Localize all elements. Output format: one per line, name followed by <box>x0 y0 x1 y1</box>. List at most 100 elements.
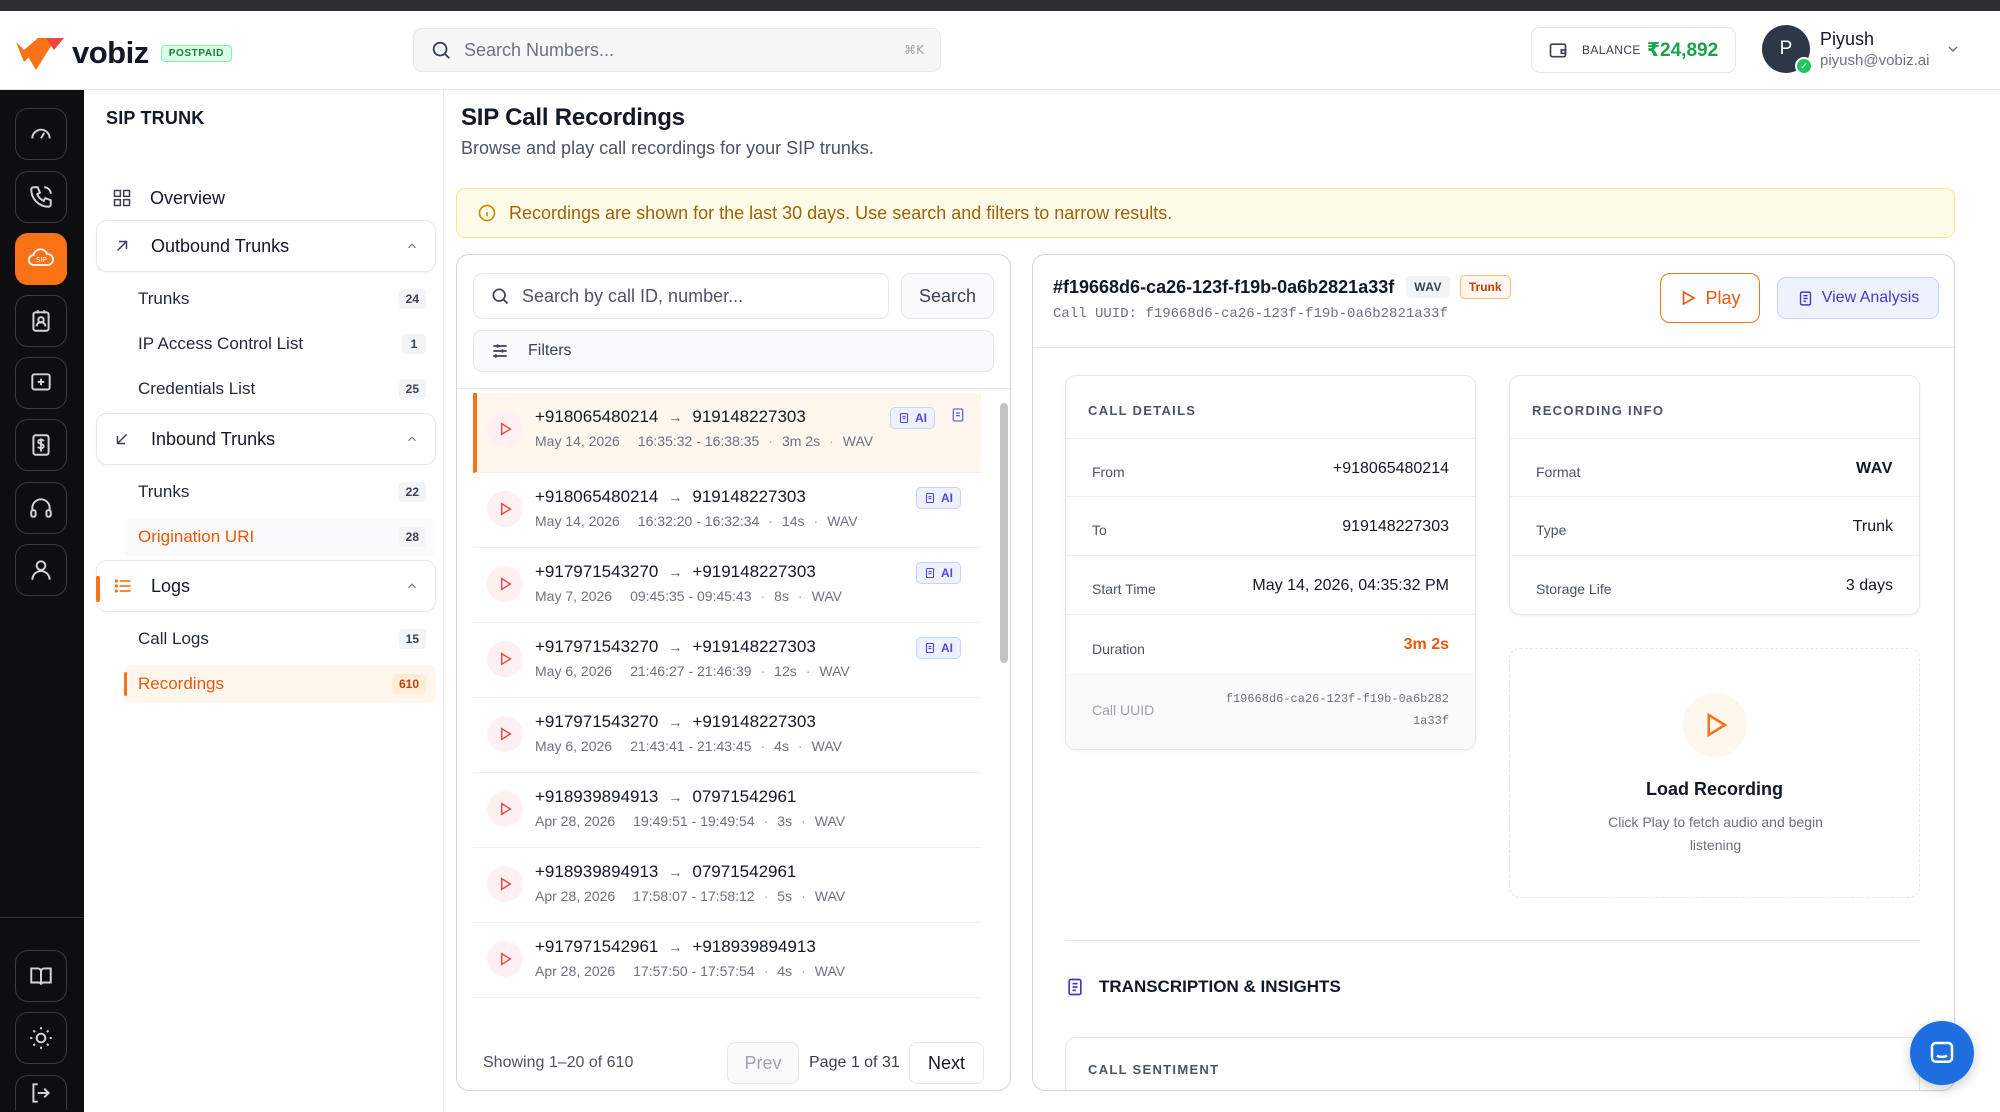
nav-inbound-trunks-item[interactable]: Trunks 22 <box>124 473 436 511</box>
chevron-down-icon[interactable] <box>1945 41 1961 57</box>
recording-detail-panel: #f19668d6-ca26-123f-f19b-0a6b2821a33f WA… <box>1032 254 1955 1091</box>
rail-theme[interactable] <box>15 1012 67 1064</box>
nav-origination-uri[interactable]: Origination URI 28 <box>124 518 436 556</box>
play-icon <box>1683 290 1697 306</box>
recording-row[interactable]: +917971543270 → +919148227303 May 7, 2026 0… <box>473 548 981 623</box>
chevron-up-icon[interactable] <box>405 239 419 253</box>
main-content: SIP Call Recordings Browse and play call… <box>444 90 2000 1112</box>
nav-item-label: Recordings <box>138 674 224 693</box>
rail-calls[interactable] <box>15 171 67 223</box>
logs-active-indicator <box>96 576 100 602</box>
chat-support-button[interactable] <box>1910 1021 1974 1085</box>
play-button[interactable]: Play <box>1660 273 1760 323</box>
nav-item-label: Origination URI <box>138 527 255 546</box>
play-label: Play <box>1705 287 1741 308</box>
nav-call-logs[interactable]: Call Logs 15 <box>124 620 436 658</box>
user-menu[interactable]: P ✓ Piyush piyush@vobiz.ai <box>1762 25 1961 75</box>
next-page-button[interactable]: Next <box>909 1042 984 1084</box>
row-play-button[interactable] <box>487 866 523 902</box>
view-analysis-button[interactable]: View Analysis <box>1777 277 1939 319</box>
card-divider <box>1066 496 1475 497</box>
dashboard-icon <box>31 128 51 139</box>
row-from: +917971542961 <box>535 937 659 956</box>
balance-widget[interactable]: BALANCE ₹24,892 <box>1531 27 1736 73</box>
card-divider <box>1066 614 1475 615</box>
plan-badge: POSTPAID <box>160 44 232 62</box>
nav-overview[interactable]: Overview <box>96 172 436 224</box>
row-play-button[interactable] <box>487 566 523 602</box>
to-label: To <box>1092 522 1107 538</box>
recording-row[interactable]: +918065480214 → 919148227303 May 14, 2026 1… <box>473 473 981 548</box>
row-from: +917971543270 <box>535 562 659 581</box>
recording-row[interactable]: +918939894913 → 07971542961 Apr 28, 2026 17… <box>473 848 981 923</box>
load-play-button[interactable] <box>1683 693 1747 757</box>
number-search-input[interactable] <box>464 39 905 61</box>
nav-ip-acl[interactable]: IP Access Control List 1 <box>124 325 436 363</box>
row-play-button[interactable] <box>487 791 523 827</box>
rail-contacts[interactable] <box>15 295 67 347</box>
ai-badge: AI <box>916 487 961 509</box>
avatar-initial: P <box>1779 38 1793 59</box>
recording-row[interactable]: +918939894913 → 07971542961 Apr 28, 2026 19… <box>473 773 981 848</box>
row-play-button[interactable] <box>487 491 523 527</box>
filters-button[interactable]: Filters <box>473 330 994 372</box>
nav-outbound-trunks[interactable]: Outbound Trunks <box>96 220 436 272</box>
nav-logs[interactable]: Logs <box>96 560 436 612</box>
rail-dashboard[interactable] <box>15 108 67 160</box>
row-to: +919148227303 <box>692 562 816 581</box>
call-uuid-line: Call UUID: f19668d6-ca26-123f-f19b-0a6b2… <box>1053 306 1448 322</box>
nav-outbound-trunks-item[interactable]: Trunks 24 <box>124 280 436 318</box>
nav-recordings[interactable]: Recordings 610 <box>124 665 436 703</box>
row-to: +918939894913 <box>692 937 816 956</box>
row-play-button[interactable] <box>487 941 523 977</box>
rail-account[interactable] <box>15 544 67 596</box>
grid-icon <box>113 189 131 207</box>
prev-page-button[interactable]: Prev <box>727 1042 799 1084</box>
row-play-button[interactable] <box>487 411 523 447</box>
avatar[interactable]: P ✓ <box>1762 25 1813 75</box>
chevron-up-icon[interactable] <box>405 432 419 446</box>
rail-logout[interactable] <box>15 1075 67 1110</box>
rail-docs[interactable] <box>15 950 67 1002</box>
rail-messages[interactable] <box>15 357 67 409</box>
count-badge: 25 <box>398 379 426 399</box>
row-play-button[interactable] <box>487 716 523 752</box>
sip-cloud-icon: SIP <box>27 248 54 266</box>
play-icon <box>500 877 512 891</box>
number-search-box[interactable]: ⌘K <box>413 28 941 72</box>
play-icon <box>500 952 512 966</box>
nav-credentials-list[interactable]: Credentials List 25 <box>124 370 436 408</box>
recording-search-input[interactable] <box>522 285 872 307</box>
sun-icon <box>30 1027 52 1049</box>
load-recording-placeholder[interactable]: Load Recording Click Play to fetch audio… <box>1509 648 1920 898</box>
play-icon <box>500 727 512 741</box>
ai-badge: AI <box>916 562 961 584</box>
search-button[interactable]: Search <box>901 273 994 319</box>
list-scrollbar[interactable] <box>1000 403 1008 663</box>
recording-row[interactable]: +917971542961 → +918939894913 Apr 28, 2026… <box>473 923 981 998</box>
transcript-icon <box>1068 978 1082 996</box>
from-value: +918065480214 <box>1332 460 1449 477</box>
row-date: May 7, 2026 <box>535 588 613 604</box>
sip-trunk-subnav: SIP TRUNK Overview Outbound Trunks Trunk… <box>84 90 444 1112</box>
count-badge: 28 <box>398 527 426 547</box>
nav-inbound-trunks[interactable]: Inbound Trunks <box>96 413 436 465</box>
subnav-title: SIP TRUNK <box>106 108 205 128</box>
rail-sip-trunk[interactable]: SIP <box>15 233 67 285</box>
uuid-value[interactable]: f19668d6-ca26-123f-f19b-0a6b2821a33f <box>1219 688 1449 732</box>
search-icon <box>432 41 450 59</box>
recording-row[interactable]: +917971543270 → +919148227303 May 6, 2026 2… <box>473 623 981 698</box>
vobiz-logo-icon <box>16 38 64 70</box>
row-to: +919148227303 <box>692 712 816 731</box>
row-time: 19:49:51 - 19:49:54 <box>633 813 755 829</box>
rail-billing[interactable] <box>15 419 67 471</box>
brand-logo[interactable]: vobiz POSTPAID <box>16 35 232 71</box>
rail-support[interactable] <box>15 482 67 534</box>
recording-row-selected[interactable]: +918065480214 → 919148227303 May 14, 2026 1… <box>473 393 981 473</box>
recording-row[interactable]: +917971543270 → +919148227303 May 6, 2026 2… <box>473 698 981 773</box>
row-play-button[interactable] <box>487 641 523 677</box>
recording-search-box[interactable] <box>473 273 889 319</box>
view-analysis-label: View Analysis <box>1821 289 1920 306</box>
chevron-up-icon[interactable] <box>405 579 419 593</box>
arrow-right-icon: → <box>668 639 683 655</box>
